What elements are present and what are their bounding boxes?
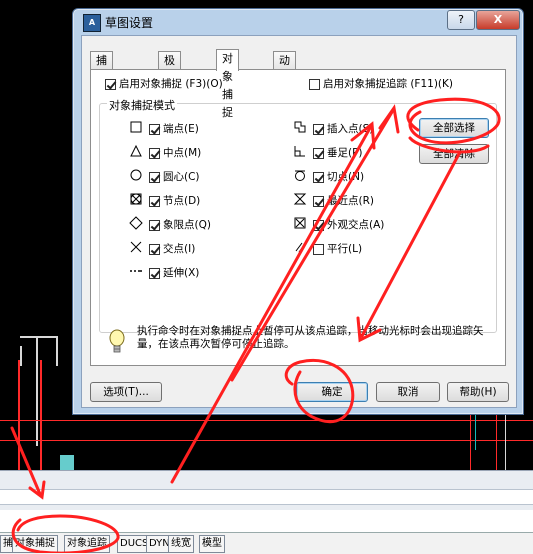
- snap-mode-label: 节点(D): [163, 195, 201, 207]
- diamond-quadrant-icon: [129, 216, 143, 230]
- snap-mode-label: 外观交点(A): [327, 219, 385, 231]
- dialog-titlebar[interactable]: A 草图设置 ? X: [73, 9, 523, 35]
- snap-modes-title: 对象捕捉模式: [107, 97, 177, 113]
- tab-object-snap[interactable]: 对象捕捉: [216, 49, 239, 119]
- snap-mode-label: 端点(E): [163, 123, 199, 135]
- cad-block: [60, 455, 74, 470]
- snap-mode-label: 切点(N): [327, 171, 365, 183]
- checkbox[interactable]: [149, 123, 160, 135]
- cad-line: [0, 420, 533, 421]
- x-intersection-icon: [130, 241, 142, 253]
- checkbox[interactable]: [313, 147, 324, 159]
- title-help-button[interactable]: ?: [447, 10, 475, 30]
- checkbox[interactable]: [149, 219, 160, 231]
- nearest-icon: [293, 193, 307, 205]
- object-snap-panel: 启用对象捕捉 (F3)(O) 启用对象捕捉追踪 (F11)(K) 对象捕捉模式 …: [90, 69, 506, 366]
- checkbox[interactable]: [149, 267, 160, 279]
- cad-line: [20, 346, 22, 366]
- snap-mode-label: 圆心(C): [163, 171, 200, 183]
- cad-line: [40, 360, 42, 470]
- enable-osnap-checkbox[interactable]: 启用对象捕捉 (F3)(O): [105, 77, 223, 91]
- checkbox[interactable]: [313, 195, 324, 207]
- checkbox[interactable]: [149, 171, 160, 183]
- info-text: 执行命令时在对象捕捉点上暂停可从该点追踪，当移动光标时会出现追踪矢量，在该点再次…: [137, 325, 484, 350]
- app-icon: A: [83, 14, 101, 32]
- checkbox[interactable]: [105, 78, 116, 90]
- tab-dynamic-input[interactable]: 动态输入: [273, 51, 296, 121]
- checkbox[interactable]: [313, 123, 324, 135]
- checkbox[interactable]: [149, 147, 160, 159]
- snap-mode-label: 垂足(P): [327, 147, 363, 159]
- cad-line: [18, 360, 20, 470]
- insertion-icon: [294, 121, 306, 133]
- select-all-button[interactable]: 全部选择: [419, 118, 489, 138]
- apparent-intersection-icon: [294, 217, 306, 229]
- square-endpoint-icon: [130, 121, 142, 133]
- dialog-client: 捕捉和栅格 极轴追踪 对象捕捉 动态输入 启用对象捕捉 (F3)(O) 启用对象…: [81, 35, 517, 408]
- checkbox[interactable]: [309, 78, 320, 90]
- status-otrack-button[interactable]: 对象追踪: [64, 535, 110, 553]
- clear-all-button[interactable]: 全部清除: [419, 144, 489, 164]
- options-button[interactable]: 选项(T)...: [90, 382, 162, 402]
- status-osnap-button[interactable]: 对象捕捉: [12, 535, 58, 553]
- snap-mode-label: 中点(M): [163, 147, 202, 159]
- enable-tracking-checkbox[interactable]: 启用对象捕捉追踪 (F11)(K): [309, 77, 453, 91]
- checkbox[interactable]: [313, 243, 324, 255]
- circle-center-icon: [130, 169, 142, 181]
- checkbox[interactable]: [313, 171, 324, 183]
- command-line-area[interactable]: [0, 470, 533, 511]
- checkbox[interactable]: [149, 195, 160, 207]
- tangent-icon: [295, 170, 305, 181]
- status-model-button[interactable]: 模型: [199, 535, 225, 553]
- snap-mode-label: 延伸(X): [163, 267, 200, 279]
- snap-mode-label: 插入点(S): [327, 123, 374, 135]
- dialog-title: 草图设置: [105, 16, 154, 30]
- extension-icon: [130, 270, 142, 272]
- parallel-icon: [295, 242, 306, 253]
- tab-snap-grid[interactable]: 捕捉和栅格: [90, 51, 113, 139]
- cad-line: [20, 336, 58, 338]
- snap-mode-label: 平行(L): [327, 243, 363, 255]
- status-bar: 捕 对象捕捉 对象追踪 DUCS DYN 线宽 模型: [0, 510, 533, 554]
- lightbulb-icon: [109, 329, 125, 353]
- cancel-button[interactable]: 取消: [376, 382, 440, 402]
- snap-mode-label: 象限点(Q): [163, 219, 211, 231]
- close-button[interactable]: X: [476, 10, 520, 30]
- help-button[interactable]: 帮助(H): [447, 382, 509, 402]
- checkbox[interactable]: [149, 243, 160, 255]
- ok-button[interactable]: 确定: [296, 382, 368, 402]
- checkbox[interactable]: [313, 219, 324, 231]
- cad-line: [56, 336, 58, 366]
- tab-polar-tracking[interactable]: 极轴追踪: [158, 51, 181, 121]
- cad-line: [0, 440, 533, 441]
- triangle-midpoint-icon: [130, 144, 142, 157]
- command-input[interactable]: [0, 489, 533, 505]
- node-icon: [130, 193, 142, 205]
- drafting-settings-dialog: A 草图设置 ? X 捕捉和栅格 极轴追踪 对象捕捉 动态输入 启用对象捕捉 (…: [72, 8, 524, 415]
- status-lineweight-button[interactable]: 线宽: [168, 535, 194, 553]
- perpendicular-icon: [294, 146, 305, 157]
- snap-mode-label: 最近点(R): [327, 195, 374, 207]
- cad-line: [36, 336, 38, 446]
- snap-mode-label: 交点(I): [163, 243, 196, 255]
